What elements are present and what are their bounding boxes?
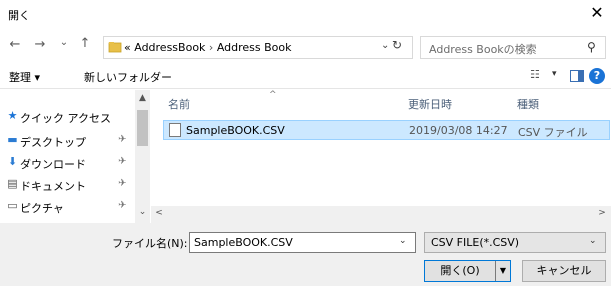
file-name: SampleBOOK.CSV <box>186 124 285 137</box>
column-header-type[interactable]: 種類 <box>517 96 539 112</box>
desktop-icon: ▬ <box>7 133 18 146</box>
filename-chevron-down-icon[interactable]: ⌄ <box>399 236 407 246</box>
file-type-chevron-down-icon: ⌄ <box>589 236 597 246</box>
preview-pane-icon[interactable] <box>570 70 584 82</box>
sidebar-item-label: デスクトップ <box>20 136 86 149</box>
filename-value: SampleBOOK.CSV <box>194 236 293 249</box>
file-icon <box>169 123 181 137</box>
toolbar: 整理 ▾ 新しいフォルダー ☷ ▾ ? <box>0 64 611 89</box>
filename-field[interactable]: SampleBOOK.CSV ⌄ <box>189 232 416 253</box>
address-history-chevron-down-icon[interactable]: ⌄ <box>381 40 389 51</box>
new-folder-button[interactable]: 新しいフォルダー <box>84 69 172 85</box>
forward-button[interactable]: → <box>33 37 47 52</box>
sidebar-item-pictures[interactable]: ▭ ピクチャ ✈ <box>7 200 126 216</box>
pin-icon: ✈ <box>118 200 127 211</box>
organize-button[interactable]: 整理 ▾ <box>9 69 40 85</box>
download-icon: ⬇ <box>7 155 18 168</box>
sidebar-item-label: ドキュメント <box>20 180 86 193</box>
scroll-up-icon[interactable]: ▲ <box>137 93 148 103</box>
sidebar-scrollbar[interactable]: ▲ ⌄ <box>135 90 150 223</box>
star-icon: ★ <box>7 109 18 122</box>
close-icon[interactable]: ✕ <box>587 3 607 23</box>
dialog-footer: ファイル名(N): SampleBOOK.CSV ⌄ CSV FILE(*.CS… <box>0 223 611 286</box>
up-button[interactable]: ↑ <box>78 36 92 51</box>
folder-icon <box>108 42 122 53</box>
table-row[interactable]: SampleBOOK.CSV 2019/03/08 14:27 CSV ファイル <box>163 120 610 140</box>
pin-icon: ✈ <box>118 134 127 145</box>
file-type-value: CSV FILE(*.CSV) <box>431 236 520 249</box>
cancel-button[interactable]: キャンセル <box>522 260 606 282</box>
address-bar[interactable]: « AddressBook › Address Book ⌄ <box>103 36 413 59</box>
open-options-arrow-icon[interactable]: ▼ <box>495 261 510 281</box>
scroll-left-icon[interactable]: < <box>154 208 164 218</box>
sidebar-item-label: クイック アクセス <box>20 112 111 125</box>
picture-icon: ▭ <box>7 199 18 212</box>
breadcrumb-overflow[interactable]: « <box>124 41 131 54</box>
open-button[interactable]: 開く(O) <box>425 261 495 281</box>
horizontal-scrollbar[interactable]: < > <box>151 206 611 223</box>
open-split-button[interactable]: 開く(O) ▼ <box>424 260 511 282</box>
file-type-select[interactable]: CSV FILE(*.CSV) ⌄ <box>424 232 606 253</box>
sort-ascending-icon: ^ <box>269 90 277 100</box>
breadcrumb: « AddressBook › Address Book <box>124 41 292 54</box>
pin-icon: ✈ <box>118 156 127 167</box>
sidebar-item-label: ピクチャ <box>20 202 64 215</box>
column-header-name[interactable]: 名前 <box>168 96 190 112</box>
breadcrumb-item-address-book[interactable]: Address Book <box>217 41 292 54</box>
back-button[interactable]: ← <box>8 37 22 52</box>
breadcrumb-separator: › <box>208 41 214 54</box>
search-input[interactable]: Address Bookの検索 <box>429 41 537 57</box>
scroll-right-icon[interactable]: > <box>597 208 607 218</box>
help-icon[interactable]: ? <box>589 68 605 84</box>
scroll-down-icon[interactable]: ⌄ <box>137 207 148 217</box>
title-bar: 開く ✕ <box>0 0 611 28</box>
scrollbar-thumb[interactable] <box>137 110 148 146</box>
window-title: 開く <box>8 9 30 22</box>
document-icon: ▤ <box>7 177 18 190</box>
breadcrumb-item-addressbook[interactable]: AddressBook <box>134 41 205 54</box>
file-type: CSV ファイル <box>518 126 588 139</box>
search-icon: ⚲ <box>587 40 596 54</box>
column-header-modified[interactable]: 更新日時 <box>408 96 452 112</box>
refresh-icon[interactable]: ↻ <box>392 38 402 52</box>
file-list: 名前 ^ 更新日時 種類 SampleBOOK.CSV 2019/03/08 1… <box>151 90 611 223</box>
sidebar-item-documents[interactable]: ▤ ドキュメント ✈ <box>7 178 126 194</box>
pin-icon: ✈ <box>118 178 127 189</box>
navigation-pane: ★ クイック アクセス ▬ デスクトップ ✈ ⬇ ダウンロード ✈ ▤ ドキュメ… <box>0 90 150 226</box>
view-options-icon[interactable]: ☷ <box>530 68 540 81</box>
recent-locations-chevron-down-icon[interactable]: ⌄ <box>58 37 70 48</box>
search-box[interactable]: Address Bookの検索 ⚲ <box>420 36 606 59</box>
sidebar-item-downloads[interactable]: ⬇ ダウンロード ✈ <box>8 156 127 172</box>
sidebar-item-label: ダウンロード <box>20 158 86 171</box>
sidebar-item-desktop[interactable]: ▬ デスクトップ ✈ <box>7 134 126 150</box>
filename-label: ファイル名(N): <box>112 237 188 250</box>
file-modified: 2019/03/08 14:27 <box>409 124 508 137</box>
view-dropdown-icon[interactable]: ▾ <box>552 69 557 79</box>
sidebar-item-quick-access[interactable]: ★ クイック アクセス <box>8 110 111 126</box>
